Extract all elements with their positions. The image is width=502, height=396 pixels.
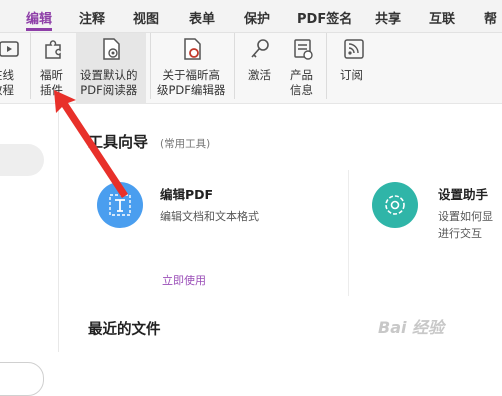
toolbar-label: 关于福昕高 级PDF编辑器 bbox=[157, 68, 226, 97]
toolbar-separator bbox=[30, 33, 31, 99]
product-info-button[interactable]: 产品 信息 bbox=[284, 33, 322, 103]
toolbar-label: 在线 教程 bbox=[0, 68, 14, 97]
tab-form[interactable]: 表单 bbox=[189, 8, 215, 27]
setup-assistant-tool[interactable] bbox=[372, 182, 418, 228]
tool-divider bbox=[348, 170, 349, 296]
recent-files-title: 最近的文件 bbox=[88, 322, 161, 338]
tab-protect[interactable]: 保护 bbox=[244, 8, 270, 27]
about-editor-button[interactable]: 关于福昕高 级PDF编辑器 bbox=[154, 33, 230, 103]
tool-title[interactable]: 设置助手 bbox=[438, 184, 488, 203]
tab-help[interactable]: 帮 bbox=[484, 8, 497, 27]
watermark: Bai 经验 bbox=[378, 318, 445, 337]
use-now-link[interactable]: 立即使用 bbox=[162, 272, 206, 288]
left-panel-button[interactable] bbox=[0, 144, 44, 176]
tab-connect[interactable]: 互联 bbox=[429, 8, 455, 27]
tab-edit[interactable]: 编辑 bbox=[26, 8, 52, 27]
product-info-icon bbox=[294, 39, 313, 60]
video-play-icon bbox=[0, 41, 19, 57]
tool-description: 设置如何显 进行交互 bbox=[438, 210, 493, 240]
tab-share[interactable]: 共享 bbox=[375, 8, 401, 27]
key-icon bbox=[251, 39, 269, 58]
toolbar-label: 订阅 bbox=[340, 68, 363, 82]
puzzle-plugin-icon bbox=[45, 40, 61, 59]
tab-view[interactable]: 视图 bbox=[133, 8, 159, 27]
left-panel-button[interactable] bbox=[0, 362, 44, 396]
subscribe-button[interactable]: 订阅 bbox=[334, 33, 374, 103]
toolbar-label: 产品 信息 bbox=[290, 68, 313, 97]
tab-comment[interactable]: 注释 bbox=[79, 8, 105, 27]
annotation-arrow bbox=[54, 90, 128, 198]
toolbar-separator bbox=[150, 33, 151, 99]
online-tutorial-button[interactable]: 在线 教程 bbox=[0, 33, 24, 103]
about-editor-icon bbox=[184, 38, 201, 60]
tool-title[interactable]: 编辑PDF bbox=[160, 184, 213, 203]
tool-description: 编辑文档和文本格式 bbox=[160, 210, 259, 223]
active-tab-indicator bbox=[26, 28, 52, 31]
tab-pdf-sign[interactable]: PDF签名 bbox=[297, 8, 352, 27]
setup-gear-icon bbox=[385, 195, 405, 215]
activate-button[interactable]: 激活 bbox=[240, 33, 280, 103]
menu-bar: 编辑 注释 视图 表单 保护 PDF签名 共享 互联 帮 bbox=[0, 0, 502, 33]
toolbar-separator bbox=[326, 33, 327, 99]
section-subtitle: (常用工具) bbox=[160, 138, 211, 150]
rss-icon bbox=[344, 39, 364, 59]
default-reader-icon bbox=[103, 38, 120, 60]
toolbar-label: 激活 bbox=[248, 68, 271, 82]
toolbar-separator bbox=[234, 33, 235, 99]
